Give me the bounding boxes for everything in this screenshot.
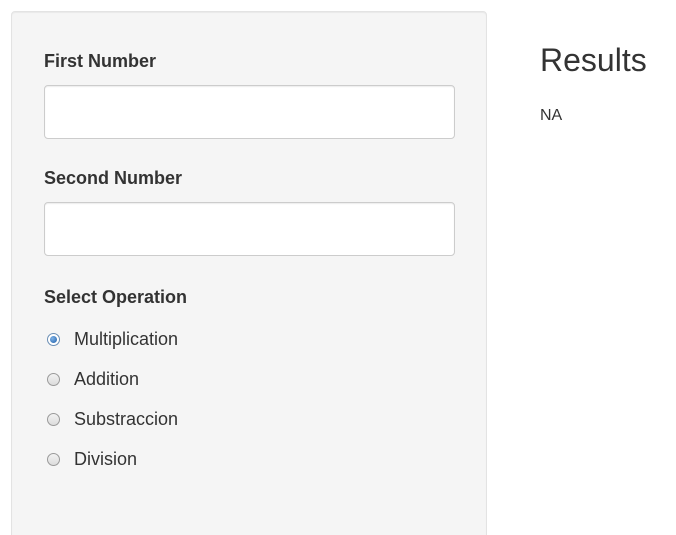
operation-option-division[interactable]: Division: [47, 439, 454, 479]
first-number-label: First Number: [44, 51, 157, 71]
radio-unselected-icon[interactable]: [47, 452, 60, 466]
app-page: First Number Second Number Select Operat…: [0, 0, 676, 535]
operation-option-label: Substraccion: [74, 409, 179, 429]
operation-option-label: Multiplication: [74, 329, 179, 349]
operation-radio-group: Multiplication Addition Substraccion Div…: [44, 319, 454, 479]
second-number-input[interactable]: [44, 202, 455, 256]
radio-selected-icon[interactable]: [47, 332, 60, 346]
results-value: NA: [540, 107, 563, 124]
operation-option-label: Addition: [74, 369, 140, 389]
select-operation-label: Select Operation: [44, 287, 188, 307]
radio-unselected-icon[interactable]: [47, 372, 60, 386]
sidebar-panel: First Number Second Number Select Operat…: [11, 11, 487, 535]
operation-option-addition[interactable]: Addition: [47, 359, 454, 399]
second-number-label: Second Number: [44, 168, 183, 188]
operation-option-multiplication[interactable]: Multiplication: [47, 319, 454, 359]
operation-option-substraccion[interactable]: Substraccion: [47, 399, 454, 439]
first-number-input[interactable]: [44, 85, 455, 139]
operation-option-label: Division: [74, 449, 138, 469]
radio-unselected-icon[interactable]: [47, 412, 60, 426]
results-title: Results: [540, 42, 647, 78]
